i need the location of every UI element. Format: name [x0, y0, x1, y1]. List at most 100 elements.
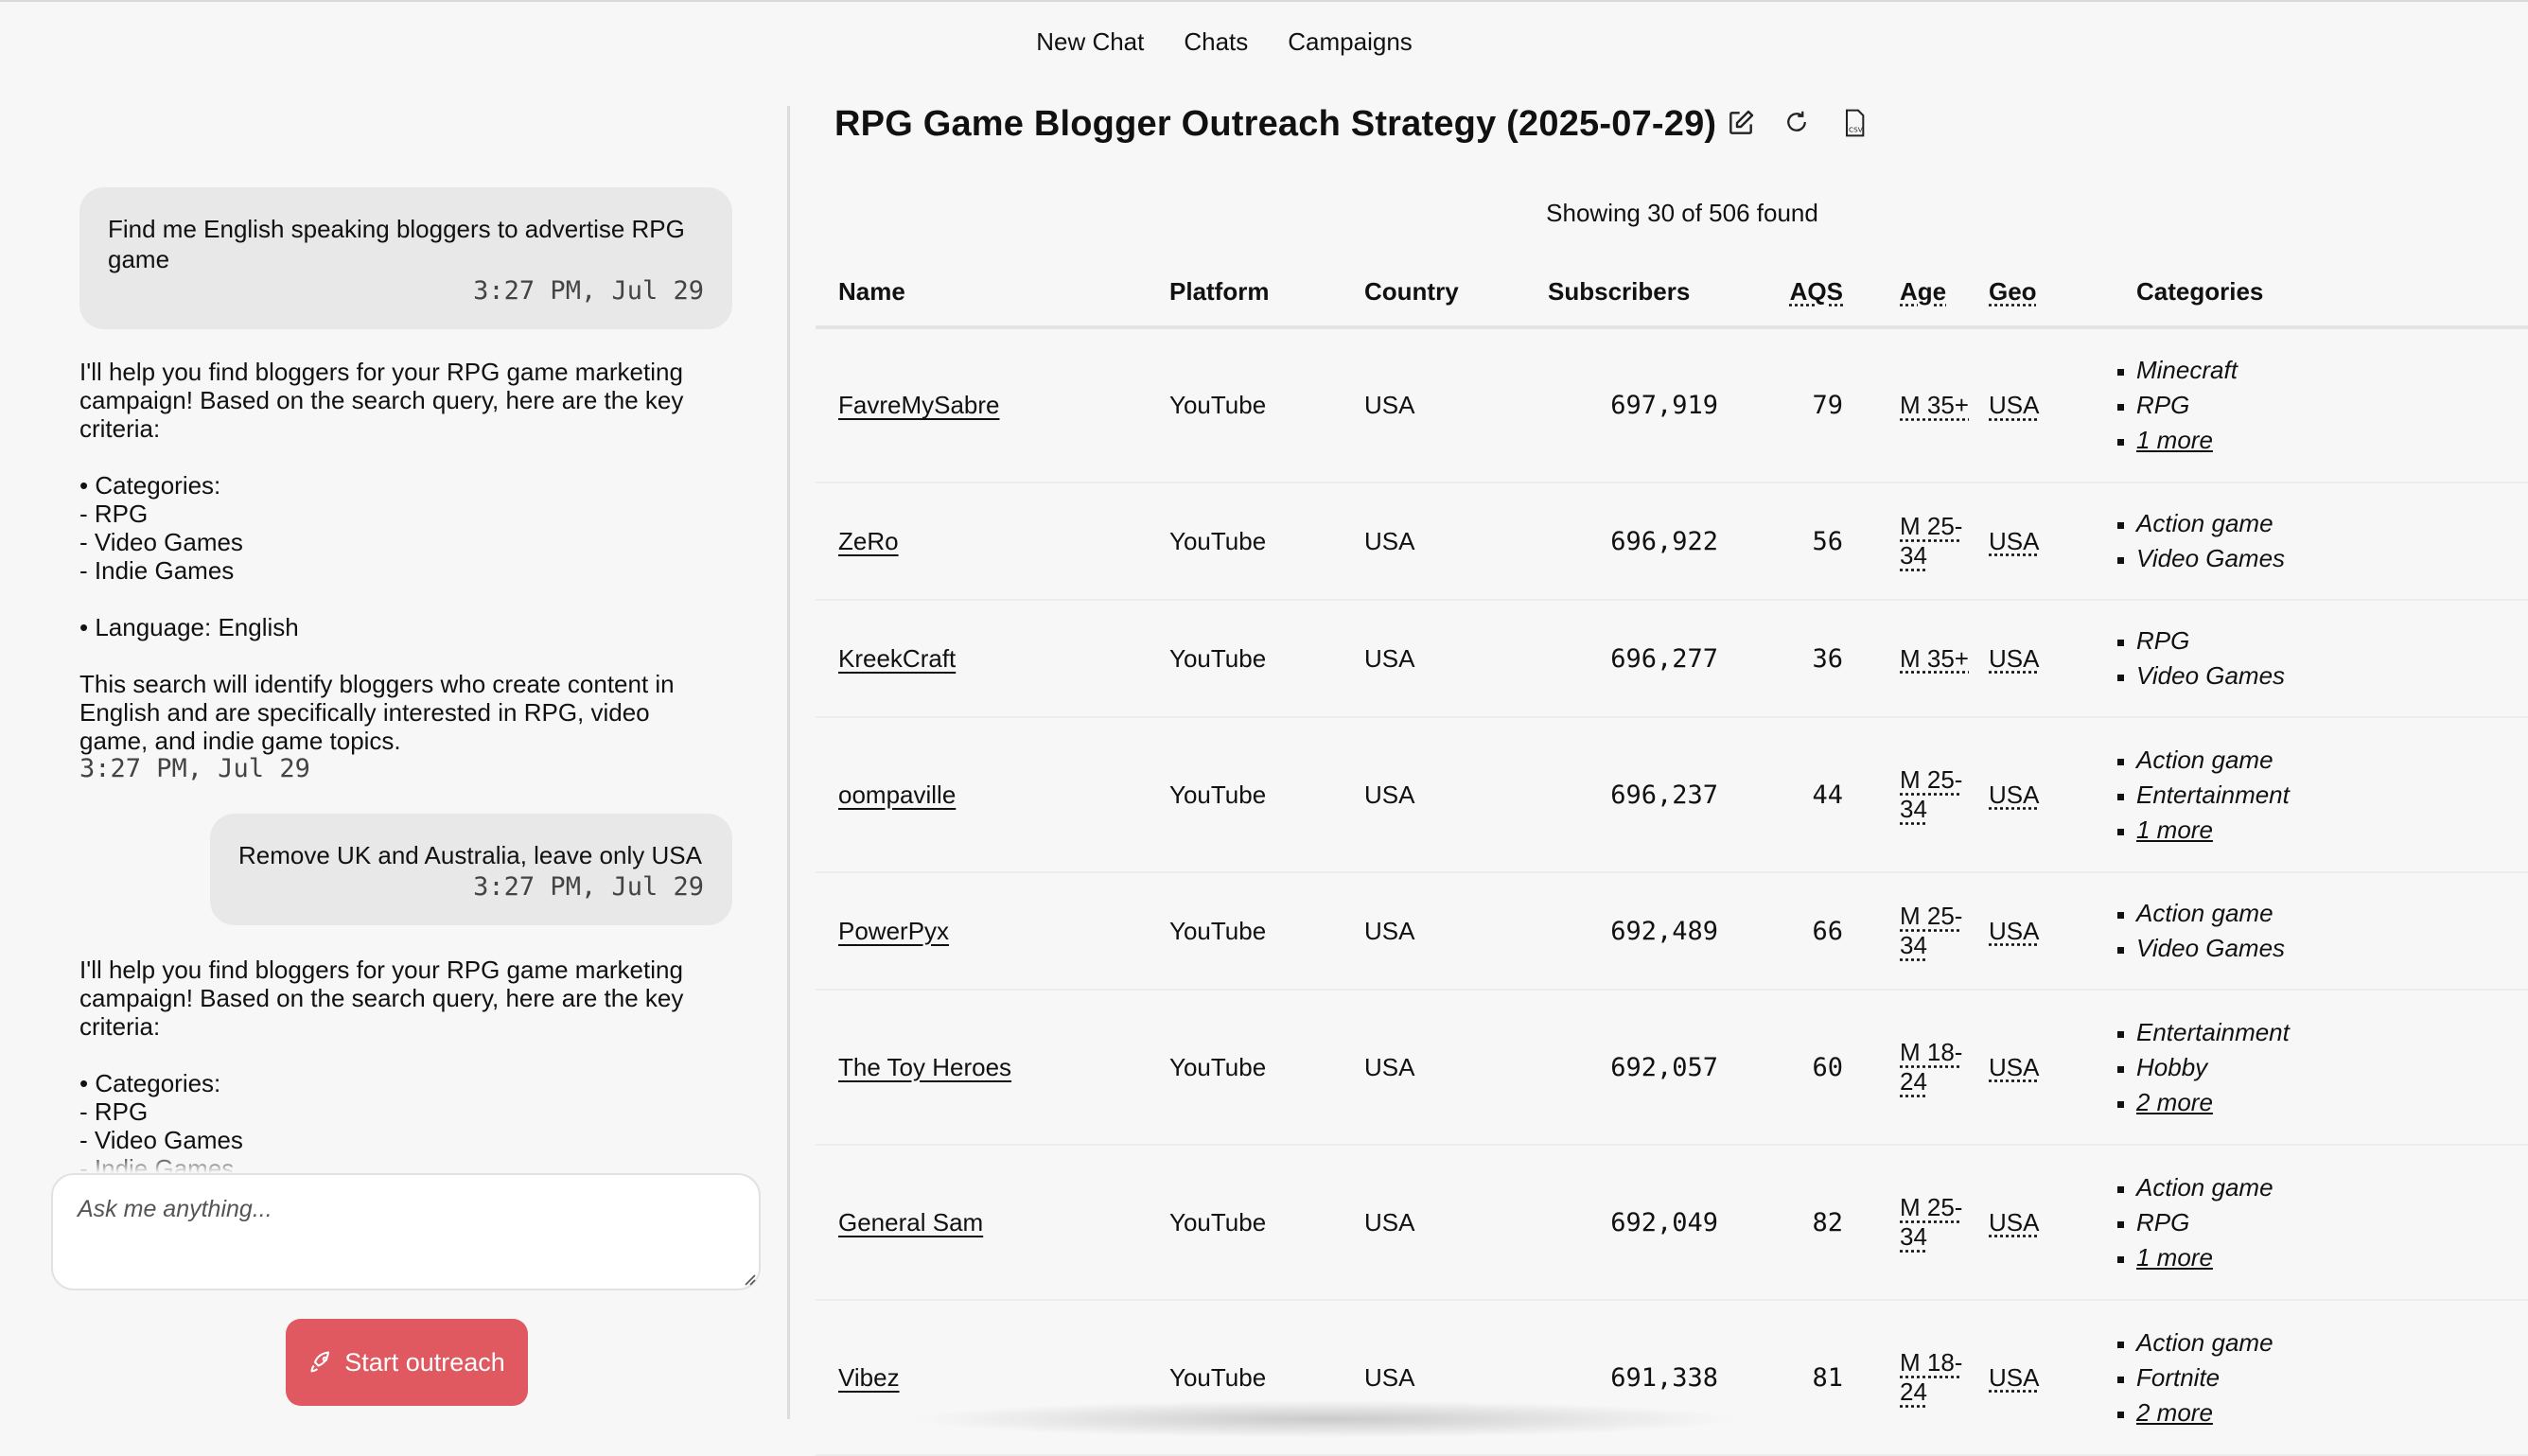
chat-panel: Find me English speaking bloggers to adv… — [0, 95, 787, 1173]
aqs-cell: 82 — [1764, 1145, 1852, 1301]
age-value[interactable]: M 25-34 — [1900, 902, 1962, 959]
start-outreach-button[interactable]: Start outreach — [286, 1319, 528, 1406]
subscribers-cell: 697,919 — [1548, 327, 1764, 483]
table-row[interactable]: PowerPyx YouTube USA 692,489 66 M 25-34 … — [816, 872, 2528, 991]
blogger-name-link[interactable]: The Toy Heroes — [838, 1053, 1011, 1081]
table-row[interactable]: ZeRo YouTube USA 696,922 56 M 25-34 USA … — [816, 482, 2528, 601]
more-categories-link[interactable]: 1 more — [2136, 813, 2528, 848]
panel-divider — [787, 106, 790, 1419]
col-platform[interactable]: Platform — [1169, 257, 1364, 329]
aqs-cell: 56 — [1764, 482, 1852, 601]
category-item: RPG — [2136, 1205, 2528, 1240]
nav-chats[interactable]: Chats — [1184, 23, 1248, 61]
message-time: 3:27 PM, Jul 29 — [473, 872, 704, 902]
categories-list: Action gameEntertainment1 more — [2112, 743, 2528, 848]
top-border — [0, 0, 2528, 2]
category-item: Entertainment — [2136, 1015, 2528, 1050]
country-cell: USA — [1364, 1145, 1548, 1301]
message-text: Remove UK and Australia, leave only USA — [238, 841, 702, 869]
edit-icon[interactable] — [1726, 108, 1756, 138]
category-item: Fortnite — [2136, 1360, 2528, 1395]
country-cell: USA — [1364, 482, 1548, 601]
age-value[interactable]: M 18-24 — [1900, 1348, 1962, 1406]
platform-cell: YouTube — [1169, 482, 1364, 601]
country-cell: USA — [1364, 327, 1548, 483]
category-item: Hobby — [2136, 1050, 2528, 1085]
message-text: I'll help you find bloggers for your RPG… — [79, 358, 684, 755]
categories-list: MinecraftRPG1 more — [2112, 353, 2528, 458]
col-country[interactable]: Country — [1364, 257, 1548, 329]
table-row[interactable]: General Sam YouTube USA 692,049 82 M 25-… — [816, 1145, 2528, 1301]
geo-value[interactable]: USA — [1989, 644, 2039, 673]
more-categories-link[interactable]: 2 more — [2136, 1085, 2528, 1120]
country-cell: USA — [1364, 872, 1548, 991]
blogger-name-link[interactable]: KreekCraft — [838, 644, 956, 673]
geo-value[interactable]: USA — [1989, 1363, 2039, 1392]
category-item: Action game — [2136, 506, 2528, 541]
category-item: RPG — [2136, 388, 2528, 423]
top-nav: New Chat Chats Campaigns — [0, 23, 2528, 61]
table-row[interactable]: The Toy Heroes YouTube USA 692,057 60 M … — [816, 990, 2528, 1146]
user-message: Find me English speaking bloggers to adv… — [79, 187, 732, 329]
category-item: Action game — [2136, 896, 2528, 931]
message-time: 3:27 PM, Jul 29 — [79, 754, 310, 783]
age-value[interactable]: M 35+ — [1900, 644, 1969, 673]
message-text: Find me English speaking bloggers to adv… — [108, 215, 685, 273]
category-item: Action game — [2136, 1170, 2528, 1205]
resize-grip-icon[interactable] — [742, 1272, 757, 1287]
age-value[interactable]: M 18-24 — [1900, 1038, 1962, 1096]
geo-value[interactable]: USA — [1989, 1208, 2039, 1237]
more-categories-link[interactable]: 1 more — [2136, 423, 2528, 458]
col-age[interactable]: Age — [1852, 257, 1989, 329]
geo-value[interactable]: USA — [1989, 917, 2039, 945]
nav-campaigns[interactable]: Campaigns — [1288, 23, 1413, 61]
aqs-cell: 36 — [1764, 600, 1852, 718]
aqs-cell: 81 — [1764, 1300, 1852, 1456]
col-geo[interactable]: Geo — [1989, 257, 2064, 329]
age-value[interactable]: M 35+ — [1900, 391, 1969, 419]
platform-cell: YouTube — [1169, 872, 1364, 991]
col-categories[interactable]: Categories — [2064, 257, 2528, 329]
categories-list: Action gameFortnite2 more — [2112, 1325, 2528, 1430]
table-row[interactable]: oompaville YouTube USA 696,237 44 M 25-3… — [816, 717, 2528, 873]
categories-list: RPGVideo Games — [2112, 623, 2528, 693]
subscribers-cell: 696,277 — [1548, 600, 1764, 718]
more-categories-link[interactable]: 1 more — [2136, 1240, 2528, 1275]
blogger-name-link[interactable]: FavreMySabre — [838, 391, 1000, 419]
category-item: Action game — [2136, 743, 2528, 778]
blogger-name-link[interactable]: oompaville — [838, 781, 956, 809]
chat-input[interactable] — [51, 1173, 761, 1290]
table-row[interactable]: KreekCraft YouTube USA 696,277 36 M 35+ … — [816, 600, 2528, 718]
categories-list: Action gameRPG1 more — [2112, 1170, 2528, 1275]
user-message: Remove UK and Australia, leave only USA … — [210, 814, 732, 925]
aqs-cell: 66 — [1764, 872, 1852, 991]
nav-new-chat[interactable]: New Chat — [1036, 23, 1144, 61]
col-name[interactable]: Name — [816, 257, 1169, 329]
results-summary: Showing 30 of 506 found — [1546, 199, 1818, 227]
geo-value[interactable]: USA — [1989, 781, 2039, 809]
table-row[interactable]: FavreMySabre YouTube USA 697,919 79 M 35… — [816, 327, 2528, 483]
refresh-icon[interactable] — [1782, 108, 1813, 138]
blogger-name-link[interactable]: Vibez — [838, 1363, 900, 1392]
more-categories-link[interactable]: 2 more — [2136, 1395, 2528, 1430]
col-subscribers[interactable]: Subscribers — [1548, 257, 1764, 329]
col-aqs[interactable]: AQS — [1764, 257, 1852, 329]
scroll-shadow — [908, 1400, 1741, 1438]
subscribers-cell: 696,237 — [1548, 717, 1764, 873]
aqs-cell: 60 — [1764, 990, 1852, 1146]
category-item: Video Games — [2136, 658, 2528, 693]
geo-value[interactable]: USA — [1989, 391, 2039, 419]
blogger-name-link[interactable]: General Sam — [838, 1208, 983, 1237]
age-value[interactable]: M 25-34 — [1900, 765, 1962, 823]
categories-list: EntertainmentHobby2 more — [2112, 1015, 2528, 1120]
age-value[interactable]: M 25-34 — [1900, 512, 1962, 570]
csv-export-icon[interactable]: CSV — [1839, 108, 1870, 138]
geo-value[interactable]: USA — [1989, 1053, 2039, 1081]
blogger-name-link[interactable]: ZeRo — [838, 527, 899, 555]
blogger-name-link[interactable]: PowerPyx — [838, 917, 949, 945]
svg-text:CSV: CSV — [1849, 125, 1863, 133]
geo-value[interactable]: USA — [1989, 527, 2039, 555]
category-item: Video Games — [2136, 931, 2528, 966]
platform-cell: YouTube — [1169, 990, 1364, 1146]
age-value[interactable]: M 25-34 — [1900, 1193, 1962, 1251]
